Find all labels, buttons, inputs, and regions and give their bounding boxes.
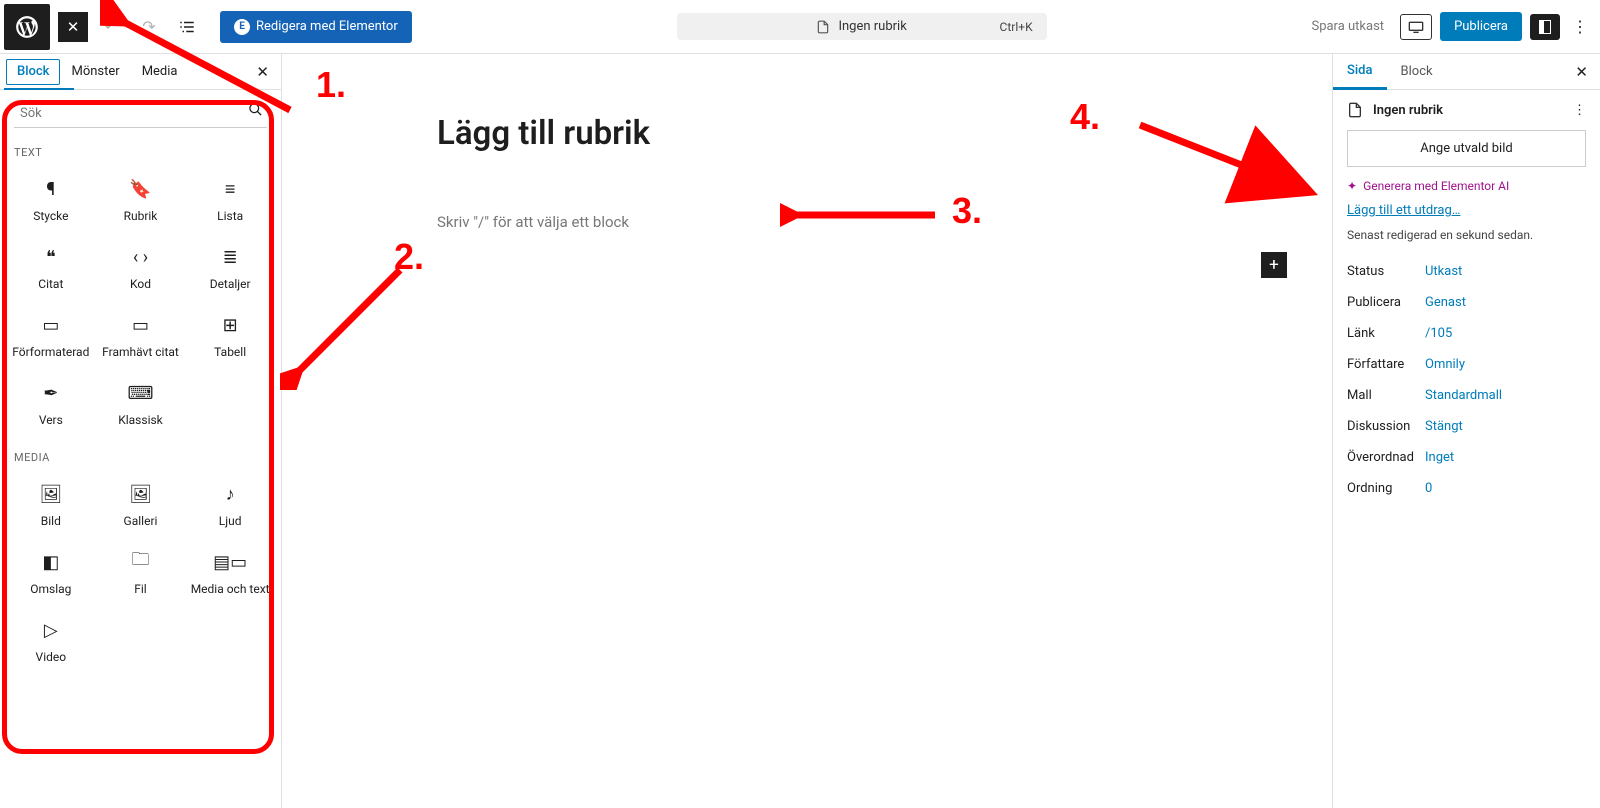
förformaterad-icon: ▭	[42, 315, 59, 335]
block-förformaterad[interactable]: ▭Förformaterad	[6, 301, 96, 369]
tabell-icon: ⊞	[223, 315, 238, 335]
block-tabell[interactable]: ⊞Tabell	[185, 301, 275, 369]
block-klassisk[interactable]: ⌨Klassisk	[96, 369, 186, 437]
search-input[interactable]	[14, 100, 267, 128]
kod-icon: ‹ ›	[133, 247, 148, 267]
media-och-text-icon: ▤▭	[213, 552, 247, 572]
edit-with-elementor-button[interactable]: E Redigera med Elementor	[220, 11, 412, 43]
publish-button[interactable]: Publicera	[1440, 12, 1522, 41]
rubrik-icon: 🔖	[129, 179, 151, 199]
search-icon	[248, 102, 263, 121]
galleri-icon: 🖼	[129, 484, 152, 504]
close-inserter-icon[interactable]: ✕	[250, 63, 275, 81]
stycke-icon: ¶	[46, 179, 55, 199]
top-toolbar: ✕ ↶ ↷ E Redigera med Elementor Ingen rub…	[0, 0, 1600, 54]
settings-panel-toggle[interactable]	[1530, 14, 1560, 40]
block-rubrik[interactable]: 🔖Rubrik	[96, 165, 186, 233]
block-vers[interactable]: ✒Vers	[6, 369, 96, 437]
preview-button[interactable]	[1400, 14, 1432, 40]
elementor-label: Redigera med Elementor	[256, 19, 398, 34]
block-omslag[interactable]: ◧Omslag	[6, 538, 96, 606]
meta-value-mall[interactable]: Standardmall	[1425, 388, 1502, 403]
editor-canvas: Lägg till rubrik Skriv "/" för att välja…	[282, 54, 1332, 808]
block-galleri[interactable]: 🖼Galleri	[96, 470, 186, 538]
citat-icon: ❝	[46, 247, 56, 267]
page-title-text: Ingen rubrik	[838, 19, 906, 34]
save-draft-link[interactable]: Spara utkast	[1311, 19, 1384, 34]
document-overview-icon[interactable]	[172, 12, 202, 42]
block-framhävt-citat[interactable]: ▭Framhävt citat	[96, 301, 186, 369]
omslag-icon: ◧	[42, 552, 59, 572]
framhävt-citat-icon: ▭	[132, 315, 149, 335]
detaljer-icon: ≣	[223, 247, 238, 267]
lista-icon: ≡	[225, 179, 236, 199]
tab-patterns[interactable]: Mönster	[60, 59, 130, 85]
block-citat[interactable]: ❝Citat	[6, 233, 96, 301]
undo-icon[interactable]: ↶	[96, 12, 126, 42]
page-icon	[816, 20, 830, 34]
meta-value-status[interactable]: Utkast	[1425, 264, 1462, 279]
block-ljud[interactable]: ♪Ljud	[185, 470, 275, 538]
meta-value-länk[interactable]: /105	[1425, 326, 1452, 341]
inserter-tabs: Block Mönster Media ✕	[0, 54, 281, 90]
settings-sidebar: Sida Block ✕ Ingen rubrik ⋮ Ange utvald …	[1332, 54, 1600, 808]
vers-icon: ✒	[43, 383, 58, 403]
meta-row-status: StatusUtkast	[1333, 256, 1600, 287]
body-input[interactable]: Skriv "/" för att välja ett block	[437, 213, 1137, 231]
elementor-icon: E	[234, 19, 250, 35]
block-lista[interactable]: ≡Lista	[185, 165, 275, 233]
video-icon: ▷	[44, 620, 58, 640]
last-edited-text: Senast redigerad en sekund sedan.	[1333, 228, 1600, 256]
page-title-pill[interactable]: Ingen rubrik Ctrl+K	[677, 13, 1047, 40]
meta-row-mall: MallStandardmall	[1333, 380, 1600, 411]
block-stycke[interactable]: ¶Stycke	[6, 165, 96, 233]
block-fil[interactable]: 🗀Fil	[96, 538, 186, 606]
block-inserter-panel: Block Mönster Media ✕ TEXT ¶Stycke🔖Rubri…	[0, 54, 282, 808]
tab-media[interactable]: Media	[131, 59, 189, 85]
block-media-och-text[interactable]: ▤▭Media och text	[185, 538, 275, 606]
redo-icon[interactable]: ↷	[134, 12, 164, 42]
meta-value-publicera[interactable]: Genast	[1425, 295, 1466, 310]
add-excerpt-link[interactable]: Lägg till ett utdrag…	[1333, 203, 1600, 228]
block-video[interactable]: ▷Video	[6, 606, 96, 674]
meta-row-länk: Länk/105	[1333, 318, 1600, 349]
meta-row-ordning: Ordning0	[1333, 473, 1600, 504]
close-inserter-button[interactable]: ✕	[58, 12, 88, 42]
desktop-icon	[1408, 21, 1424, 33]
tab-blocks[interactable]: Block	[6, 59, 60, 85]
shortcut-label: Ctrl+K	[1000, 20, 1033, 34]
close-sidebar-icon[interactable]: ✕	[1563, 63, 1600, 81]
elementor-ai-link[interactable]: ✦ Generera med Elementor AI	[1333, 179, 1600, 203]
meta-row-författare: FörfattareOmnily	[1333, 349, 1600, 380]
meta-value-överordnad[interactable]: Inget	[1425, 450, 1454, 465]
bild-icon: 🖼	[39, 484, 62, 504]
block-bild[interactable]: 🖼Bild	[6, 470, 96, 538]
fil-icon: 🗀	[131, 552, 149, 572]
tab-page[interactable]: Sida	[1333, 54, 1387, 90]
meta-row-överordnad: ÖverordnadInget	[1333, 442, 1600, 473]
meta-value-författare[interactable]: Omnily	[1425, 357, 1465, 372]
block-kod[interactable]: ‹ ›Kod	[96, 233, 186, 301]
category-media-label: MEDIA	[0, 437, 281, 470]
ljud-icon: ♪	[226, 484, 235, 504]
meta-row-publicera: PubliceraGenast	[1333, 287, 1600, 318]
doc-actions-icon[interactable]: ⋮	[1573, 103, 1586, 118]
meta-value-ordning[interactable]: 0	[1425, 481, 1432, 496]
meta-row-diskussion: DiskussionStängt	[1333, 411, 1600, 442]
wordpress-logo[interactable]	[4, 4, 50, 50]
set-featured-image-button[interactable]: Ange utvald bild	[1347, 130, 1586, 167]
block-detaljer[interactable]: ≣Detaljer	[185, 233, 275, 301]
klassisk-icon: ⌨	[128, 383, 154, 403]
sidebar-doc-title: Ingen rubrik	[1373, 103, 1443, 118]
page-icon	[1347, 102, 1363, 118]
meta-value-diskussion[interactable]: Stängt	[1425, 419, 1463, 434]
title-input[interactable]: Lägg till rubrik	[437, 114, 1137, 153]
category-text-label: TEXT	[0, 132, 281, 165]
add-block-button[interactable]: +	[1261, 252, 1287, 278]
options-menu-icon[interactable]: ⋮	[1568, 17, 1592, 36]
tab-block[interactable]: Block	[1387, 54, 1447, 90]
